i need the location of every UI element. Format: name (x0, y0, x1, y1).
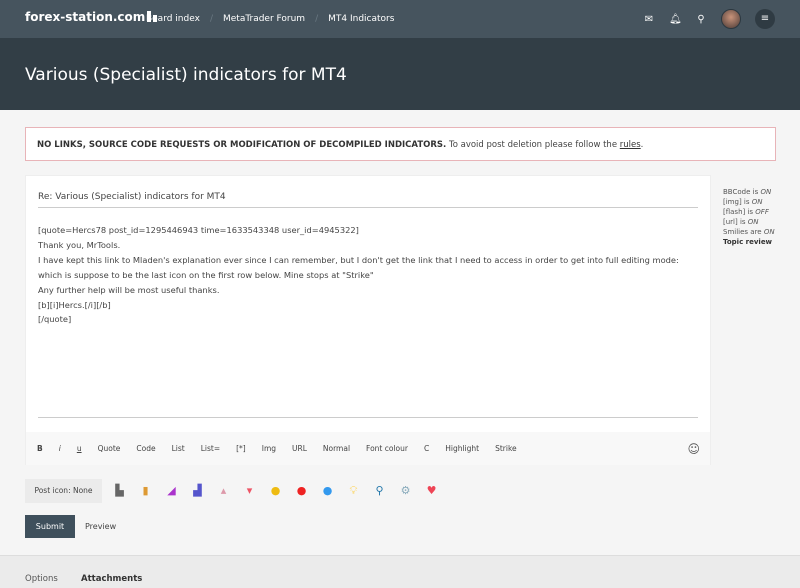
tab-options[interactable]: Options (25, 574, 58, 584)
top-navbar: forex-station.com Board index / MetaTrade… (0, 0, 800, 38)
subject-input[interactable]: Re: Various (Specialist) indicators for … (38, 192, 698, 208)
question-icon[interactable]: ● (321, 484, 334, 497)
smiley-icon[interactable]: ☺ (687, 442, 700, 456)
thumbs-up-icon[interactable]: ▴ (217, 484, 230, 497)
posting-options-info: BBCode is ON [img] is ON [flash] is OFF … (723, 187, 775, 247)
thumbs-down-icon[interactable]: ▾ (243, 484, 256, 497)
page-title: Various (Specialist) indicators for MT4 (25, 65, 347, 85)
magnifier-icon[interactable]: ⚲ (373, 484, 386, 497)
breadcrumb-metatrader-forum[interactable]: MetaTrader Forum (223, 14, 305, 24)
options-tabs: Options Attachments (0, 555, 800, 588)
url-status: [url] is ON (723, 218, 759, 226)
post-icon-none[interactable]: Post icon: None (25, 479, 102, 503)
c-button[interactable]: C (424, 444, 429, 453)
bold-button[interactable]: B (37, 444, 43, 453)
msg-line: [b][i]Hercs.[/i][/b] (38, 299, 111, 310)
exclamation-icon[interactable]: ● (295, 484, 308, 497)
post-editor: Re: Various (Specialist) indicators for … (25, 175, 711, 465)
url-button[interactable]: URL (292, 444, 307, 453)
lightbulb-icon[interactable]: 💡︎ (347, 484, 360, 497)
search-icon[interactable]: ⚲ (695, 14, 707, 25)
img-status: [img] is ON (723, 198, 763, 206)
highlight-button[interactable]: Highlight (445, 444, 479, 453)
font-size-select[interactable]: Normal (323, 444, 350, 453)
breadcrumb-mt4-indicators[interactable]: MT4 Indicators (328, 14, 394, 24)
msg-line: [quote=Hercs78 post_id=1295446943 time=1… (38, 225, 359, 235)
chart-icon[interactable]: ◢ (165, 484, 178, 497)
list-button[interactable]: List (172, 444, 185, 453)
flash-status: [flash] is OFF (723, 208, 769, 216)
list-item-button[interactable]: [*] (236, 444, 246, 453)
preview-button[interactable]: Preview (85, 522, 116, 531)
heart-icon[interactable]: ♥ (425, 484, 438, 497)
strike-button[interactable]: Strike (495, 444, 517, 453)
msg-line: I have kept this link to Mladen's explan… (38, 254, 679, 280)
rules-link[interactable]: rules (620, 140, 641, 150)
font-colour-button[interactable]: Font colour (366, 444, 408, 453)
topic-review-link[interactable]: Topic review (723, 238, 772, 246)
menu-icon[interactable]: ≡ (755, 9, 775, 29)
underline-button[interactable]: u (77, 444, 82, 453)
title-band: Various (Specialist) indicators for MT4 (0, 38, 800, 110)
bars-icon[interactable]: ▟ (191, 484, 204, 497)
tab-attachments[interactable]: Attachments (81, 574, 142, 584)
post-icon-list: ▙ ▮ ◢ ▟ ▴ ▾ ● ● ● 💡︎ ⚲ ⚙ ♥ (113, 484, 438, 497)
msg-line: Any further help will be most useful tha… (38, 284, 220, 295)
img-button[interactable]: Img (262, 444, 276, 453)
textarea-bottom (38, 417, 698, 418)
code-button[interactable]: Code (136, 444, 155, 453)
notice-text: To avoid post deletion please follow the (446, 140, 620, 150)
msg-line: [/quote] (38, 314, 72, 325)
avatar[interactable] (721, 9, 741, 29)
msg-line: Thank you, MrTools. (38, 239, 121, 250)
site-logo[interactable]: forex-station.com (25, 10, 158, 24)
format-toolbar: B i u Quote Code List List= [*] Img URL … (26, 432, 710, 465)
message-textarea[interactable]: [quote=Hercs78 post_id=1295446943 time=1… (38, 223, 698, 327)
gear-icon[interactable]: ⚙ (399, 484, 412, 497)
breadcrumb-board-index[interactable]: Board index (146, 14, 200, 24)
submit-button[interactable]: Submit (25, 515, 75, 538)
info-icon[interactable]: ● (269, 484, 282, 497)
breadcrumb: Board index / MetaTrader Forum / MT4 Indic… (146, 14, 395, 24)
notice-box: NO LINKS, SOURCE CODE REQUESTS OR MODIFI… (25, 127, 776, 161)
envelope-icon[interactable]: ✉ (643, 14, 655, 25)
list-ordered-button[interactable]: List= (201, 444, 220, 453)
quote-button[interactable]: Quote (98, 444, 121, 453)
notice-end: . (640, 140, 644, 150)
notice-bold: NO LINKS, SOURCE CODE REQUESTS OR MODIFI… (37, 140, 447, 150)
candles-icon[interactable]: ▮ (139, 484, 152, 497)
bbcode-status: BBCode is ON (723, 188, 772, 196)
save-icon[interactable]: ▙ (113, 484, 126, 497)
bell-icon[interactable]: 🔔︎ (669, 14, 682, 25)
italic-button[interactable]: i (59, 444, 61, 453)
smilies-status: Smilies are ON (723, 228, 775, 236)
